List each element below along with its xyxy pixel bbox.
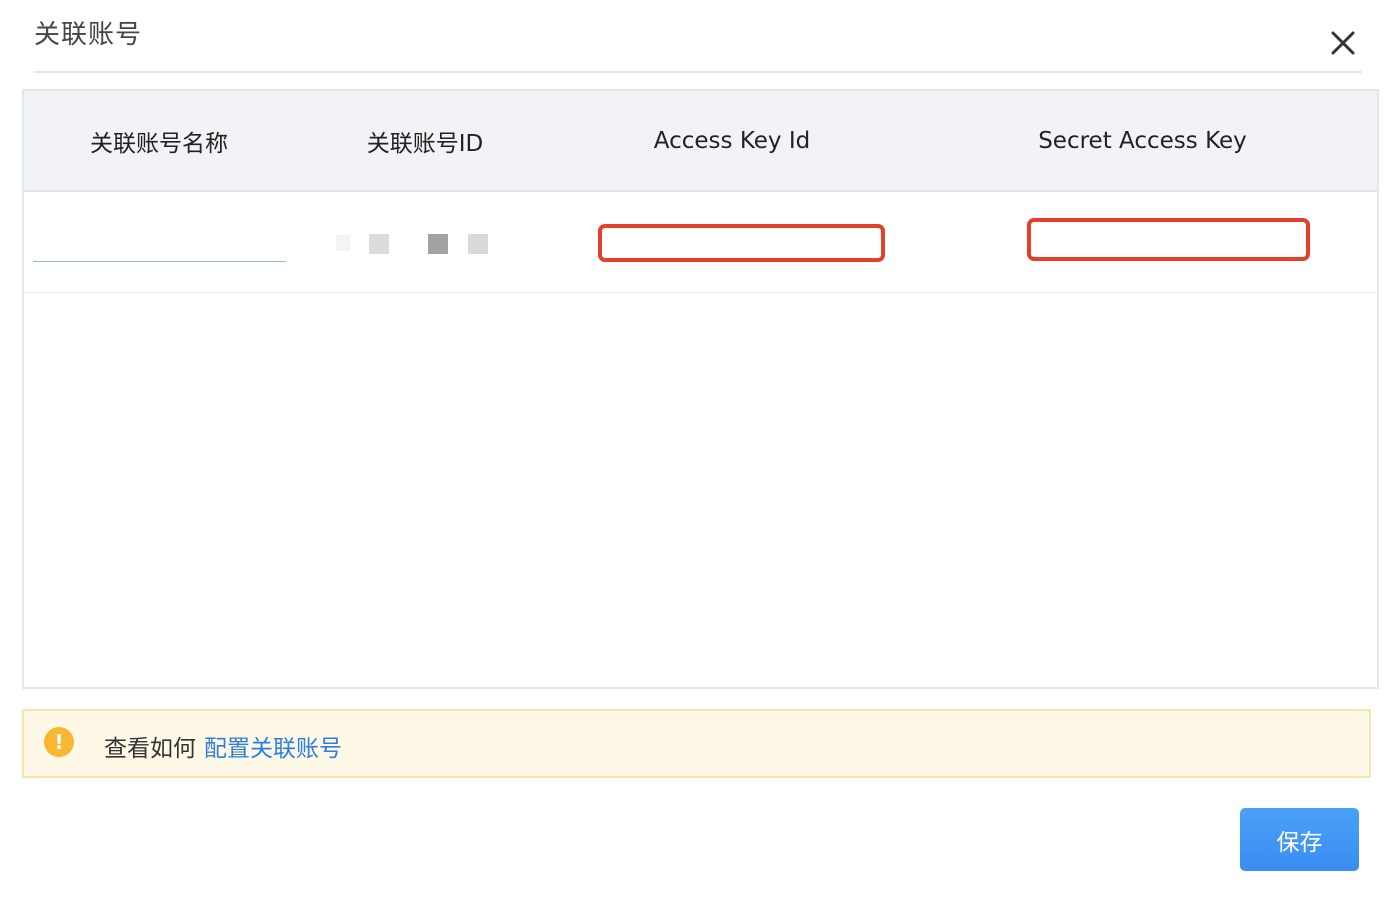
column-header-account-id: 关联账号ID — [366, 130, 484, 157]
table-header: 关联账号名称 关联账号ID Access Key Id Secret Acces… — [24, 91, 1377, 192]
column-header-access-key-id: Access Key Id — [653, 127, 811, 154]
configure-account-link[interactable]: 配置关联账号 — [204, 736, 342, 762]
dialog-title: 关联账号 — [34, 20, 143, 50]
redacted-pixel — [369, 234, 389, 254]
column-header-secret-access-key: Secret Access Key — [1038, 127, 1247, 154]
account-name-input[interactable] — [33, 232, 286, 262]
header-divider — [34, 71, 1362, 73]
secret-access-key-input[interactable] — [1027, 218, 1310, 261]
warning-icon: ! — [44, 727, 74, 757]
notice-text: 查看如何 配置关联账号 — [104, 729, 342, 763]
close-icon — [1331, 31, 1355, 55]
notice-prefix: 查看如何 — [104, 736, 196, 762]
save-button[interactable]: 保存 — [1240, 808, 1359, 871]
table-row — [24, 192, 1377, 293]
accounts-table: 关联账号名称 关联账号ID Access Key Id Secret Acces… — [22, 89, 1379, 689]
redacted-pixel — [468, 234, 488, 254]
column-header-account-name: 关联账号名称 — [90, 130, 228, 157]
redacted-pixel — [336, 235, 350, 251]
access-key-id-input[interactable] — [598, 224, 885, 262]
redacted-pixel — [428, 234, 448, 254]
help-notice: ! 查看如何 配置关联账号 — [22, 709, 1371, 778]
close-button[interactable] — [1326, 26, 1360, 60]
associated-account-dialog: 关联账号 关联账号名称 关联账号ID Access Key Id Secret … — [0, 0, 1391, 917]
